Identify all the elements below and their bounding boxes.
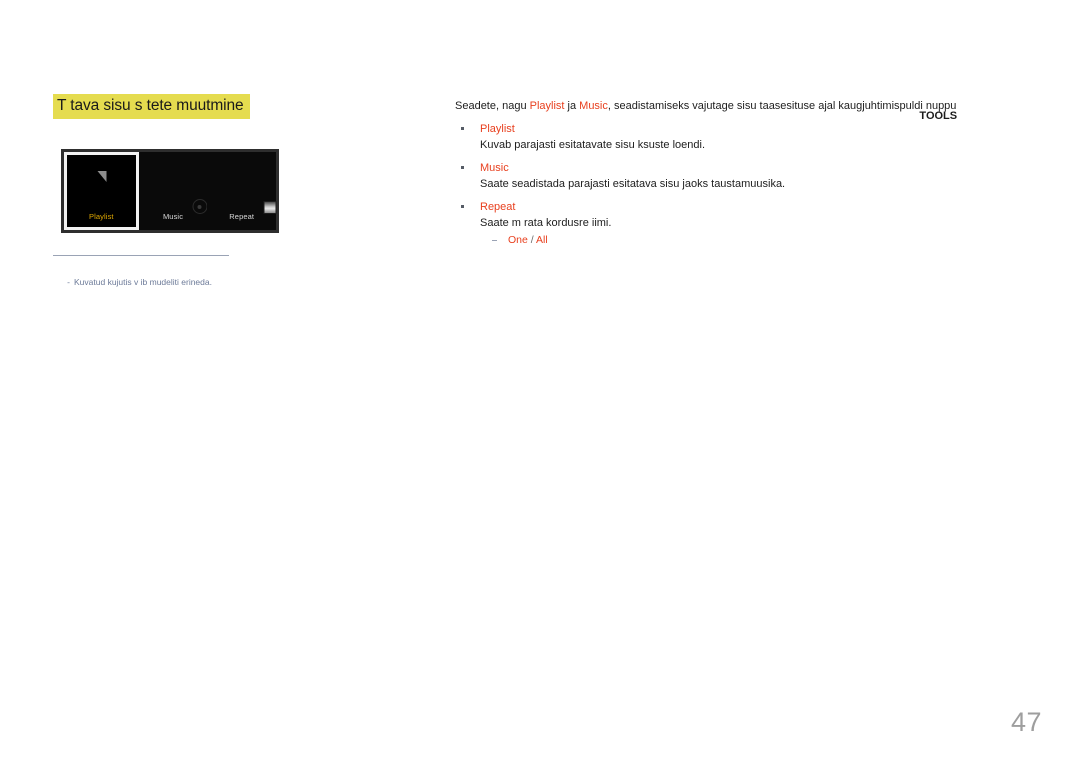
section-title: T tava sisu s tete muutmine — [53, 94, 250, 119]
bullet-title-music: Music — [480, 162, 509, 174]
page-number: 47 — [1010, 707, 1042, 737]
bullet-desc-playlist: Kuvab parajasti esitatavate sisu ksuste … — [480, 139, 706, 151]
mockup-item-playlist-label: Playlist — [89, 212, 114, 221]
left-column: T tava sisu s tete muutmine Playlist Mus… — [53, 94, 393, 287]
caption-divider — [53, 255, 229, 256]
repeat-option-separator: / — [527, 234, 537, 246]
document-page: T tava sisu s tete muutmine Playlist Mus… — [0, 0, 1080, 763]
intro-key-playlist: Playlist — [529, 100, 565, 112]
mockup-item-music: Music — [138, 152, 208, 230]
figure-caption: - Kuvatud kujutis v ib mudeliti erineda. — [53, 264, 212, 300]
caption-text: Kuvatud kujutis v ib mudeliti erineda. — [74, 277, 212, 287]
bullet-dot-icon — [461, 205, 464, 208]
bullet-desc-music: Saate seadistada parajasti esitatava sis… — [480, 178, 786, 190]
bullet-item-playlist: Playlist Kuvab parajasti esitatavate sis… — [455, 121, 1055, 153]
bullet-list: Playlist Kuvab parajasti esitatavate sis… — [455, 121, 1055, 248]
bullet-desc-repeat: Saate m rata kordusre iimi. — [480, 217, 612, 229]
repeat-square-icon — [263, 201, 276, 214]
intro-text-part1: Seadete, nagu — [455, 100, 530, 112]
mockup-item-playlist: Playlist — [64, 152, 139, 230]
sub-dash-icon — [492, 240, 497, 241]
caption-dash: - — [67, 277, 71, 287]
mockup-item-repeat-label: Repeat — [229, 212, 255, 221]
intro-key-music: Music — [579, 100, 608, 112]
bullet-item-music: Music Saate seadistada parajasti esitata… — [455, 160, 1055, 192]
intro-paragraph: Seadete, nagu Playlist ja Music, seadist… — [455, 99, 1055, 122]
music-disc-icon — [192, 199, 208, 214]
bullet-title-playlist: Playlist — [480, 123, 515, 135]
bullet-title-repeat: Repeat — [480, 201, 516, 213]
bullet-dot-icon — [461, 166, 464, 169]
device-ui-mockup: Playlist Music Repeat — [61, 149, 279, 233]
bullet-sub-options-repeat: One / All — [480, 233, 1055, 248]
repeat-option-all: All — [536, 234, 548, 246]
mockup-item-repeat: Repeat — [207, 152, 277, 230]
bullet-dot-icon — [461, 127, 464, 130]
repeat-options: One / All — [508, 233, 1055, 248]
repeat-option-one: One — [508, 234, 528, 246]
intro-text-part2: ja — [564, 100, 580, 112]
playlist-icon — [97, 171, 107, 182]
mockup-item-music-label: Music — [162, 212, 184, 221]
bullet-item-repeat: Repeat Saate m rata kordusre iimi. One /… — [455, 199, 1055, 248]
intro-text-part3: , seadistamiseks vajutage sisu taasesitu… — [607, 100, 957, 112]
right-column: Seadete, nagu Playlist ja Music, seadist… — [455, 99, 1055, 248]
